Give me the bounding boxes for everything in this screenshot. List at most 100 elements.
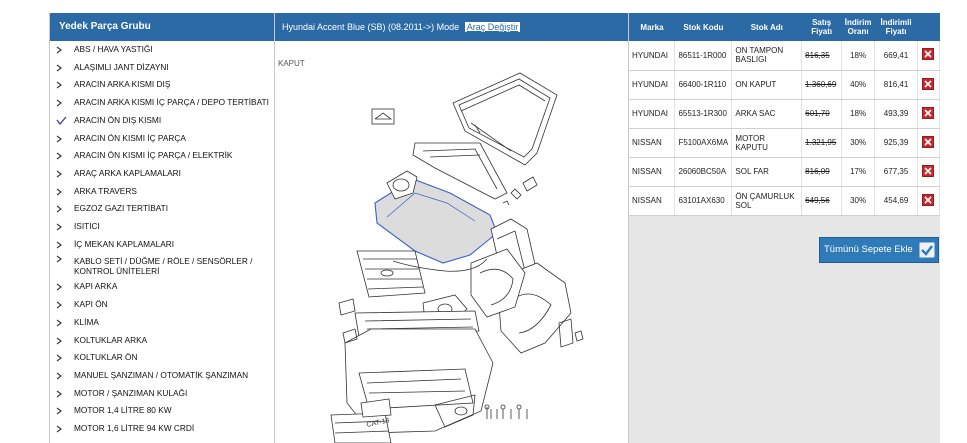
sidebar-item[interactable]: KAPI ÖN [50, 296, 274, 314]
cell-code: 66400-1R110 [674, 70, 733, 100]
sidebar-item[interactable]: KABLO SETİ / DÜĞME / RÖLE / SENSÖRLER / … [50, 253, 274, 278]
chevron-right-icon [56, 296, 68, 313]
col-price: Satış Fiyatı [801, 13, 842, 41]
chevron-right-icon [56, 253, 68, 270]
table-row[interactable]: NISSAN F5100AX6MA MOTOR KAPUTU 1.321,95 30% 9… [629, 128, 941, 158]
sidebar-item[interactable]: KAPI ARKA [50, 278, 274, 296]
delete-icon[interactable] [922, 48, 935, 61]
fasteners-parts[interactable] [484, 404, 528, 419]
chevron-right-icon [56, 420, 68, 437]
cell-price: 1.321,95 [801, 128, 843, 158]
cell-actions [917, 186, 941, 216]
cell-discount: 30% [841, 128, 876, 158]
cell-net-price: 669,41 [874, 41, 918, 71]
table-row[interactable]: HYUNDAI 66400-1R110 ON KAPUT 1.360,69 40% 816… [629, 70, 941, 100]
chevron-right-icon [56, 314, 68, 331]
chevron-right-icon [56, 236, 68, 253]
delete-icon[interactable] [922, 77, 935, 90]
cell-net-price: 493,39 [874, 99, 918, 129]
cell-price: 1.360,69 [801, 70, 843, 100]
cell-brand: HYUNDAI [629, 70, 676, 100]
sidebar-item-label: MOTOR 1,4 LİTRE 80 KW [74, 405, 172, 416]
cell-actions [917, 99, 941, 129]
chevron-right-icon [56, 183, 68, 200]
chevron-right-icon [56, 349, 68, 366]
sidebar-item-label: ISITICI [74, 221, 100, 232]
cell-discount: 18% [841, 99, 876, 129]
sidebar-item-label: KOLTUKLAR ARKA [74, 334, 148, 345]
sidebar-item[interactable]: ARACIN ARKA KISMI DIŞ [50, 76, 274, 94]
table-row[interactable]: NISSAN 63101AX630 ÖN ÇAMURLUK SOL 649,56 30%… [629, 186, 941, 216]
add-all-to-cart-button[interactable]: Tümünü Sepete Ekle [819, 237, 939, 263]
sidebar-item-label: KOLTUKLAR ÖN [74, 352, 138, 363]
front-grille-part[interactable] [356, 250, 426, 298]
cell-brand: HYUNDAI [629, 41, 676, 71]
sidebar-item[interactable]: MOTOR / ŞANZIMAN KULAĞI [50, 385, 274, 403]
sidebar-item-label: İÇ MEKAN KAPLAMALARI [74, 238, 175, 249]
sidebar-item[interactable]: ARACIN ÖN DIŞ KISMI [50, 112, 274, 130]
cell-discount: 30% [841, 186, 876, 216]
parts-group-sidebar: Yedek Parça Grubu ABS / HAVA YASTIĞI ALAŞ… [49, 13, 275, 443]
sidebar-item-label: ARKA TRAVERS [74, 185, 137, 196]
chevron-right-icon [56, 94, 68, 111]
chevron-right-icon [56, 218, 68, 235]
sidebar-item[interactable]: MOTOR 1,6 LİTRE 94 KW CRDİ [50, 420, 274, 438]
parts-table-panel: Marka Stok Kodu Stok Adı Satış Fiyatı İn… [629, 13, 941, 443]
sidebar-item[interactable]: İÇ MEKAN KAPLAMALARI [50, 236, 274, 254]
sidebar-item[interactable]: MANUEL ŞANZIMAN / OTOMATİK ŞANZIMAN [50, 367, 274, 385]
sidebar-item-label: ARACIN ÖN KISMI İÇ PARÇA / ELEKTRİK [74, 150, 233, 161]
sidebar-item[interactable]: KOLTUKLAR ARKA [50, 332, 274, 350]
sidebar-item[interactable]: KOLTUKLAR ÖN [50, 349, 274, 367]
sidebar-item[interactable]: ARKA TRAVERS [50, 183, 274, 201]
chevron-right-icon [56, 200, 68, 217]
chevron-right-icon [56, 41, 68, 58]
cell-price: 649,56 [801, 186, 843, 216]
cell-code: 63101AX630 [674, 186, 733, 216]
cell-name: ON TAMPON BASLIGI [731, 41, 803, 71]
sidebar-item[interactable]: MOTOR 1,4 LİTRE 80 KW [50, 402, 274, 420]
cell-actions [917, 128, 941, 158]
sidebar-item[interactable]: ALAŞIMLI JANT DİZAYNI [50, 59, 274, 77]
col-actions [917, 13, 940, 41]
parts-table: Marka Stok Kodu Stok Adı Satış Fiyatı İn… [629, 13, 941, 216]
cell-net-price: 925,39 [874, 128, 918, 158]
cell-price: 816,09 [801, 157, 843, 187]
cell-name: MOTOR KAPUTU [731, 128, 803, 158]
cell-discount: 17% [841, 157, 876, 187]
table-row[interactable]: HYUNDAI 86511-1R000 ON TAMPON BASLIGI 816,3… [629, 41, 941, 71]
delete-icon[interactable] [922, 106, 935, 119]
cell-discount: 40% [841, 70, 876, 100]
exploded-view-drawing[interactable]: CAT-13 [275, 43, 629, 443]
sidebar-item[interactable]: ISITICI [50, 218, 274, 236]
table-row[interactable]: NISSAN 26060BC50A SOL FAR 816,09 17% 677,35 [629, 157, 941, 187]
cell-price: 601,70 [801, 99, 843, 129]
sidebar-item-label: ABS / HAVA YASTIĞI [74, 44, 153, 54]
chevron-right-icon [56, 332, 68, 349]
change-vehicle-link[interactable]: Araç Değiştir [464, 22, 521, 32]
sidebar-item[interactable]: KLİMA [50, 314, 274, 332]
delete-icon[interactable] [922, 193, 935, 206]
col-code: Stok Kodu [674, 13, 732, 41]
sidebar-item[interactable]: ARACIN ÖN KISMI İÇ PARÇA [50, 130, 274, 148]
delete-icon[interactable] [922, 164, 935, 177]
sidebar-item[interactable]: ARACIN ARKA KISMI İÇ PARÇA / DEPO TERTİB… [50, 94, 274, 112]
col-brand: Marka [629, 13, 675, 41]
sidebar-item[interactable]: ABS / HAVA YASTIĞI [50, 41, 274, 59]
cell-price: 816,35 [801, 41, 843, 71]
table-row[interactable]: HYUNDAI 65513-1R300 ARKA SAC 601,70 18% 493,3… [629, 99, 941, 129]
sidebar-item[interactable]: ARACIN ÖN KISMI İÇ PARÇA / ELEKTRİK [50, 147, 274, 165]
sidebar-item[interactable]: EGZOZ GAZI TERTİBATI [50, 200, 274, 218]
hood-emblem-part[interactable] [371, 108, 395, 125]
category-list: ABS / HAVA YASTIĞI ALAŞIMLI JANT DİZAYNI A… [50, 41, 274, 438]
cell-actions [917, 70, 941, 100]
cell-net-price: 816,41 [874, 70, 918, 100]
chevron-right-icon [56, 59, 68, 76]
chevron-right-icon [56, 76, 68, 93]
sidebar-item-label: ARACIN ÖN DIŞ KISMI [74, 114, 162, 125]
diagram-header: Hyundai Accent Blue (SB) (08.2011->) Mod… [275, 13, 628, 41]
delete-icon[interactable] [922, 135, 935, 148]
sidebar-item[interactable]: ARAÇ ARKA KAPLAMALARI [50, 165, 274, 183]
cell-name: SOL FAR [731, 157, 803, 187]
lower-grille-part[interactable] [330, 412, 392, 443]
sidebar-item-label: ARACIN ARKA KISMI DIŞ [74, 79, 171, 90]
